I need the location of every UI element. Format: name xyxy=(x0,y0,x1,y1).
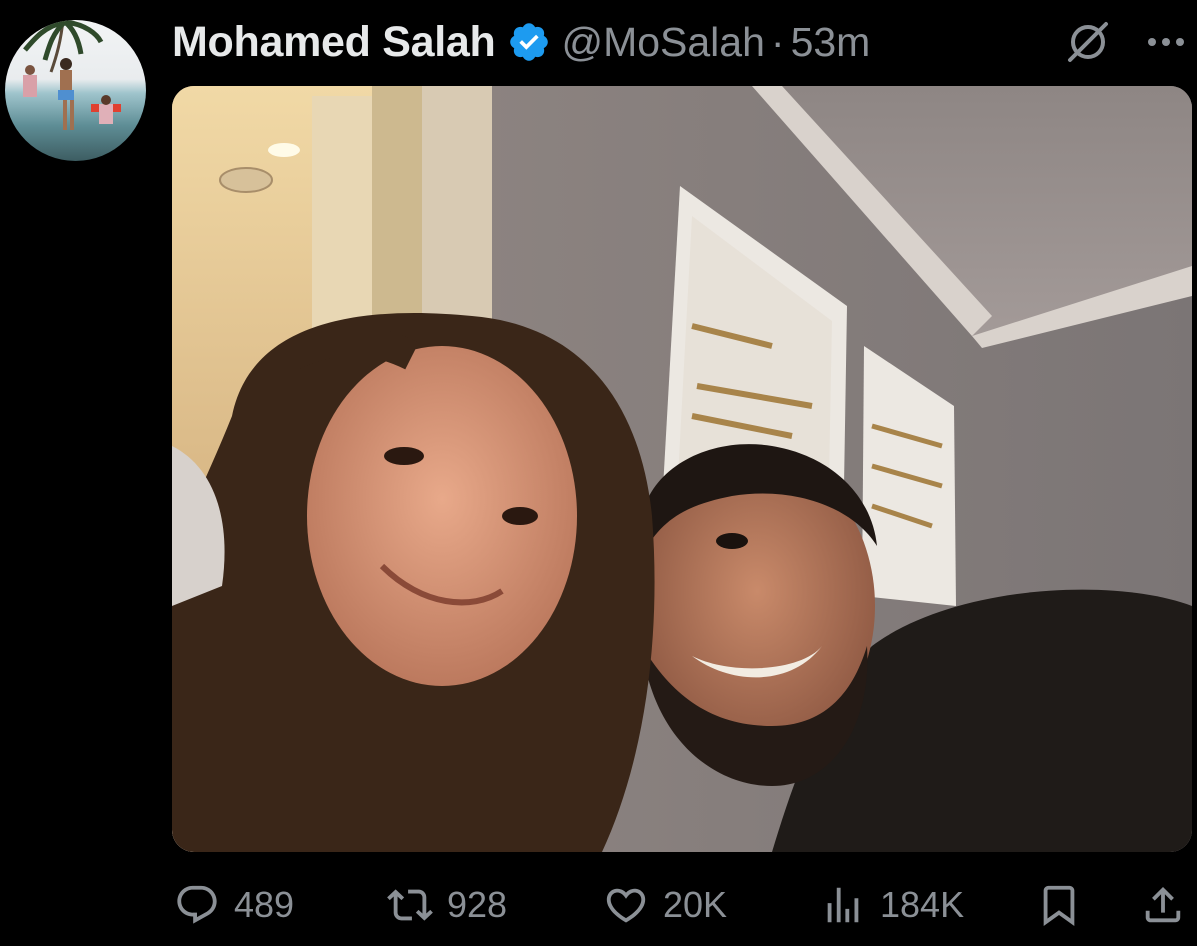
share-icon xyxy=(1145,886,1181,923)
reply-icon xyxy=(177,885,217,924)
tweet[interactable]: Mohamed Salah @MoSalah · 53m 489 928 20K… xyxy=(0,0,1197,946)
avatar[interactable] xyxy=(5,20,146,161)
bookmark-button[interactable] xyxy=(1036,872,1082,938)
verified-badge-icon[interactable] xyxy=(507,20,551,64)
views-icon xyxy=(827,887,859,923)
retweet-count: 928 xyxy=(447,884,508,925)
action-bar: 489 928 20K 184K xyxy=(0,872,1197,938)
views-button[interactable]: 184K xyxy=(820,872,964,938)
grok-icon[interactable] xyxy=(1064,18,1112,66)
retweet-icon xyxy=(387,889,433,921)
views-count: 184K xyxy=(880,884,965,925)
reply-count: 489 xyxy=(234,884,295,925)
like-count: 20K xyxy=(663,884,728,925)
tweet-header: Mohamed Salah @MoSalah · 53m xyxy=(172,14,870,70)
display-name[interactable]: Mohamed Salah xyxy=(172,18,496,67)
tweet-photo[interactable] xyxy=(172,86,1192,852)
heart-icon xyxy=(606,888,646,923)
handle[interactable]: @MoSalah xyxy=(561,19,764,66)
more-icon[interactable] xyxy=(1142,20,1190,64)
retweet-button[interactable]: 928 xyxy=(387,872,507,938)
share-button[interactable] xyxy=(1140,872,1186,938)
bookmark-icon xyxy=(1043,885,1075,926)
separator-dot: · xyxy=(770,18,785,65)
reply-button[interactable]: 489 xyxy=(174,872,294,938)
like-button[interactable]: 20K xyxy=(603,872,727,938)
timestamp[interactable]: 53m xyxy=(791,19,871,66)
